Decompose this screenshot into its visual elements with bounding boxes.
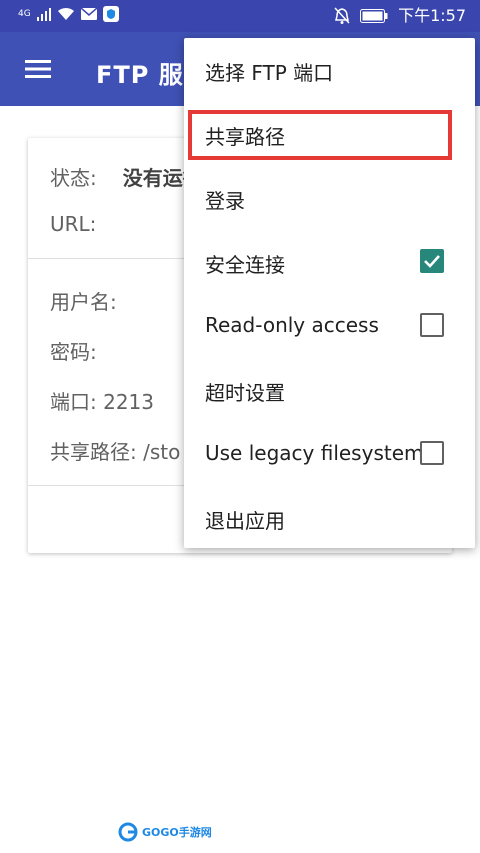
checkmark-icon — [424, 255, 440, 268]
watermark-logo-icon — [118, 822, 138, 842]
watermark: GOGO手游网 — [118, 822, 212, 842]
mail-icon — [80, 8, 97, 20]
menu-item-exit-app[interactable]: 退出应用 — [184, 487, 475, 551]
menu-item-timeout-settings[interactable]: 超时设置 — [184, 359, 475, 423]
wifi-icon — [57, 7, 74, 20]
username-label: 用户名: — [50, 290, 117, 314]
shield-icon — [102, 6, 119, 22]
notifications-off-icon — [334, 7, 350, 24]
battery-icon — [360, 9, 388, 23]
menu-item-label: 退出应用 — [205, 509, 285, 533]
status-bar-right: 下午1:57 — [334, 6, 466, 26]
status-bar-left: 4G — [18, 6, 119, 22]
status-bar: 4G 下午1:57 — [0, 0, 480, 32]
share-path-label: 共享路径: /sto — [50, 440, 181, 464]
menu-item-label: 选择 FTP 端口 — [205, 61, 334, 85]
password-label: 密码: — [50, 340, 97, 364]
watermark-text: GOGO手游网 — [142, 826, 212, 839]
menu-item-login[interactable]: 登录 — [184, 167, 475, 231]
menu-item-read-only-access[interactable]: Read-only access — [184, 295, 475, 359]
app-title: FTP 服务器 — [96, 61, 186, 89]
legacy-filesystem-checkbox[interactable] — [420, 441, 444, 465]
menu-item-use-legacy-filesystem[interactable]: Use legacy filesystem — [184, 423, 475, 487]
menu-item-secure-connection[interactable]: 安全连接 — [184, 231, 475, 295]
menu-item-label: Use legacy filesystem — [205, 441, 424, 465]
network-type: 4G — [18, 9, 31, 19]
hamburger-menu-button[interactable] — [18, 52, 58, 86]
clock: 下午1:57 — [398, 6, 466, 25]
signal-icon — [36, 8, 51, 21]
menu-item-label: 安全连接 — [205, 253, 285, 277]
port-label: 端口: 2213 — [50, 390, 154, 414]
menu-item-select-ftp-port[interactable]: 选择 FTP 端口 — [184, 39, 475, 103]
status-row: 状态: 没有运行 — [50, 162, 203, 191]
highlight-box — [188, 110, 452, 160]
hamburger-icon — [25, 60, 51, 78]
menu-item-label: 超时设置 — [205, 381, 285, 405]
status-label: 状态: — [50, 166, 97, 190]
menu-item-label: 登录 — [205, 189, 245, 213]
url-label: URL: — [50, 212, 97, 236]
secure-connection-checkbox[interactable] — [420, 249, 444, 273]
menu-item-label: Read-only access — [205, 313, 379, 337]
read-only-access-checkbox[interactable] — [420, 313, 444, 337]
